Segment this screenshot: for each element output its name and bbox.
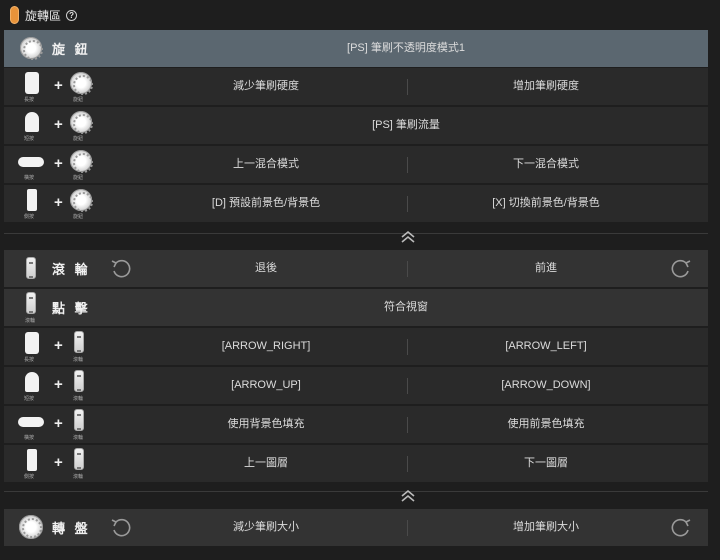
plus-icon: + <box>54 155 63 172</box>
key-caption: 短按 <box>24 396 35 402</box>
wheel-long-press-left[interactable]: [ARROW_RIGHT] <box>124 328 408 365</box>
wheel-row-side-press[interactable]: 側按 + 滾輪 上一圖層 下一圖層 <box>4 445 708 482</box>
wheel-icon <box>74 370 84 392</box>
click-label: 點 擊 <box>52 301 91 316</box>
knob-side-press-left[interactable]: [D] 預設前景色/背景色 <box>124 185 408 222</box>
wheel-icon <box>74 331 84 353</box>
key-caption: 短按 <box>24 136 35 142</box>
knob-icon <box>70 111 93 134</box>
knob-long-press-left[interactable]: 減少筆刷硬度 <box>124 68 408 105</box>
wheel-scroll-right[interactable]: 前進 <box>408 250 684 287</box>
knob-row-wide-press[interactable]: 橫按 + 旋鈕 上一混合模式 下一混合模式 <box>4 146 708 183</box>
wheel-wide-press-left[interactable]: 使用背景色填充 <box>124 406 408 443</box>
plus-icon: + <box>54 116 63 133</box>
wheel-icon <box>26 257 36 279</box>
key-caption: 長按 <box>24 357 35 363</box>
wheel-icon <box>26 292 36 314</box>
wheel-icon <box>74 448 84 470</box>
wheel-scroll-left[interactable]: 退後 <box>124 250 408 287</box>
long-press-key-icon <box>25 72 39 94</box>
side-press-key-icon <box>27 189 37 211</box>
knob-collapse-bar[interactable] <box>0 225 720 245</box>
plus-icon: + <box>54 376 63 393</box>
knob-caption: 旋鈕 <box>73 214 84 220</box>
dial-label: 轉 盤 <box>52 521 91 536</box>
wheel-row-short-press[interactable]: 短按 + 滾輪 [ARROW_UP] [ARROW_DOWN] <box>4 367 708 404</box>
wheel-side-press-left[interactable]: 上一圖層 <box>124 445 408 482</box>
wheel-caption: 滾輪 <box>73 435 84 441</box>
wheel-wide-press-right[interactable]: 使用前景色填充 <box>408 406 684 443</box>
knob-caption: 旋鈕 <box>73 175 84 181</box>
wheel-caption: 滾輪 <box>73 357 84 363</box>
knob-wide-press-right[interactable]: 下一混合模式 <box>408 146 684 183</box>
key-caption: 橫按 <box>24 175 35 181</box>
knob-icon <box>70 72 93 95</box>
plus-icon: + <box>54 337 63 354</box>
knob-row-side-press[interactable]: 側按 + 旋鈕 [D] 預設前景色/背景色 [X] 切換前景色/背景色 <box>4 185 708 222</box>
knob-wide-press-left[interactable]: 上一混合模式 <box>124 146 408 183</box>
knob-row-long-press[interactable]: 長按 + 旋鈕 減少筆刷硬度 增加筆刷硬度 <box>4 68 708 105</box>
knob-long-press-right[interactable]: 增加筆刷硬度 <box>408 68 684 105</box>
dial-rotate-left[interactable]: 減少筆刷大小 <box>124 509 408 546</box>
knob-row-short-press[interactable]: 短按 + 旋鈕 [PS] 筆刷流量 <box>4 107 708 144</box>
knob-caption: 旋鈕 <box>73 97 84 103</box>
knob-icon <box>20 37 43 60</box>
wide-press-key-icon <box>18 157 44 167</box>
key-caption: 橫按 <box>24 435 35 441</box>
knob-icon <box>70 150 93 173</box>
key-caption: 側按 <box>24 214 35 220</box>
knob-header-row[interactable]: 旋 鈕 [PS] 筆刷不透明度模式1 <box>4 30 708 67</box>
dial-rotate-right[interactable]: 增加筆刷大小 <box>408 509 684 546</box>
wheel-side-press-right[interactable]: 下一圖層 <box>408 445 684 482</box>
collapse-chevron-icon[interactable] <box>400 487 416 503</box>
wheel-caption: 滾輪 <box>73 396 84 402</box>
knob-label: 旋 鈕 <box>52 42 91 57</box>
plus-icon: + <box>54 454 63 471</box>
plus-icon: + <box>54 77 63 94</box>
wheel-row-long-press[interactable]: 長按 + 滾輪 [ARROW_RIGHT] [ARROW_LEFT] <box>4 328 708 365</box>
knob-side-press-right[interactable]: [X] 切換前景色/背景色 <box>408 185 684 222</box>
plus-icon: + <box>54 415 63 432</box>
wheel-click-function[interactable]: 符合視窗 <box>104 289 708 326</box>
short-press-key-icon <box>25 372 39 392</box>
wheel-caption: 滾輪 <box>73 474 84 480</box>
help-icon[interactable]: ? <box>66 9 78 21</box>
device-pill-icon <box>10 6 19 24</box>
plus-icon: + <box>54 194 63 211</box>
turntable-icon <box>19 515 43 539</box>
key-caption: 長按 <box>24 97 35 103</box>
collapse-chevron-icon[interactable] <box>400 228 416 244</box>
wheel-short-press-right[interactable]: [ARROW_DOWN] <box>408 367 684 404</box>
wheel-caption: 滾輪 <box>25 318 36 324</box>
knob-main-function: [PS] 筆刷不透明度模式1 <box>347 42 465 54</box>
wheel-icon <box>74 409 84 431</box>
wheel-collapse-bar[interactable] <box>0 484 720 504</box>
panel-title: 旋轉區 <box>25 8 62 23</box>
short-press-key-icon <box>25 112 39 132</box>
long-press-key-icon <box>25 332 39 354</box>
wide-press-key-icon <box>18 417 44 427</box>
knob-short-press-function[interactable]: [PS] 筆刷流量 <box>104 107 708 144</box>
wheel-long-press-right[interactable]: [ARROW_LEFT] <box>408 328 684 365</box>
rotate-right-icon <box>671 518 691 537</box>
knob-caption: 旋鈕 <box>73 136 84 142</box>
wheel-short-press-left[interactable]: [ARROW_UP] <box>124 367 408 404</box>
wheel-click-row[interactable]: 滾輪 點 擊 符合視窗 <box>4 289 708 326</box>
wheel-header-row[interactable]: 滾 輪 退後 前進 <box>4 250 708 287</box>
side-press-key-icon <box>27 449 37 471</box>
panel-header: 旋轉區 ? <box>0 0 720 30</box>
rotate-right-icon <box>671 259 691 278</box>
knob-icon <box>70 189 93 212</box>
wheel-label: 滾 輪 <box>52 262 91 277</box>
key-caption: 側按 <box>24 474 35 480</box>
dial-header-row[interactable]: 轉 盤 減少筆刷大小 增加筆刷大小 <box>4 509 708 546</box>
wheel-row-wide-press[interactable]: 橫按 + 滾輪 使用背景色填充 使用前景色填充 <box>4 406 708 443</box>
